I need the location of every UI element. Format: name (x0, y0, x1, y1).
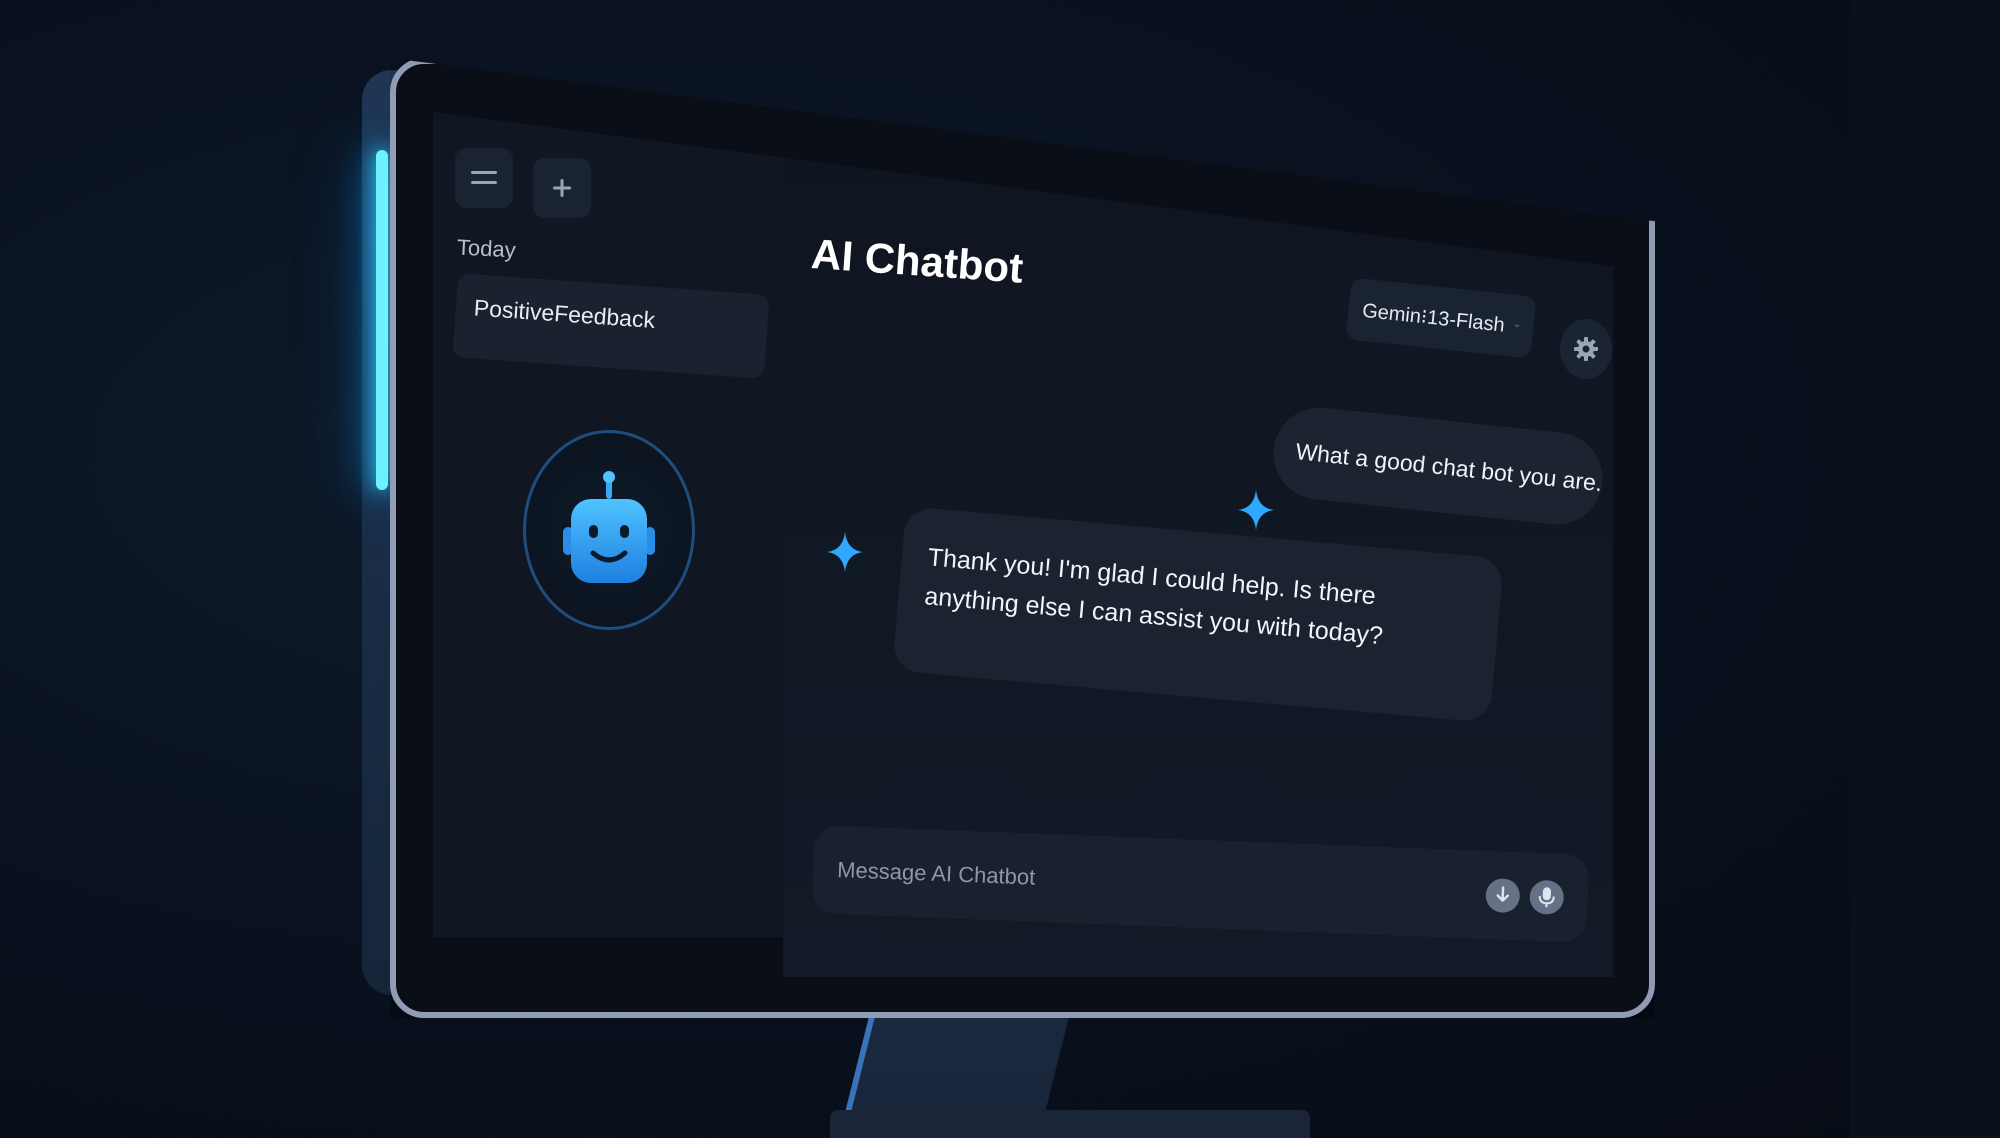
download-button[interactable] (1485, 877, 1521, 914)
message-composer (811, 825, 1590, 943)
microphone-button[interactable] (1529, 879, 1565, 915)
settings-button[interactable] (1560, 319, 1612, 379)
download-icon (1496, 886, 1509, 902)
menu-icon (471, 171, 497, 184)
page-title: AI Chatbot (809, 230, 1025, 292)
message-user: What a good chat bot you are. (1269, 403, 1607, 529)
model-select[interactable]: Gemin⁝13-Flash (1345, 277, 1537, 359)
message-assistant: Thank you! I'm glad I could help. Is the… (891, 506, 1505, 723)
robot-icon (563, 471, 655, 583)
gear-icon (1574, 337, 1598, 361)
sparkle-icon (1238, 490, 1274, 530)
glow-strip (376, 150, 388, 490)
message-user-text: What a good chat bot you are. (1294, 437, 1604, 496)
background-panel (1850, 0, 2000, 1138)
conversation-item[interactable]: PositiveFeedback (452, 273, 770, 379)
message-assistant-text: Thank you! I'm glad I could help. Is the… (923, 543, 1385, 650)
chevron-down-icon (1515, 324, 1520, 328)
menu-button[interactable] (455, 148, 513, 208)
message-input[interactable] (836, 857, 1477, 908)
sparkle-icon (827, 532, 863, 572)
bot-avatar (523, 430, 695, 630)
new-chat-button[interactable] (533, 158, 591, 218)
section-label-today: Today (456, 234, 517, 263)
microphone-icon (1538, 887, 1555, 908)
model-select-value: Gemin⁝13-Flash (1361, 299, 1506, 337)
conversation-title: PositiveFeedback (473, 294, 656, 334)
plus-icon (553, 179, 571, 197)
monitor-stand-base (830, 1110, 1310, 1138)
sidebar: Today PositiveFeedback (433, 112, 783, 937)
